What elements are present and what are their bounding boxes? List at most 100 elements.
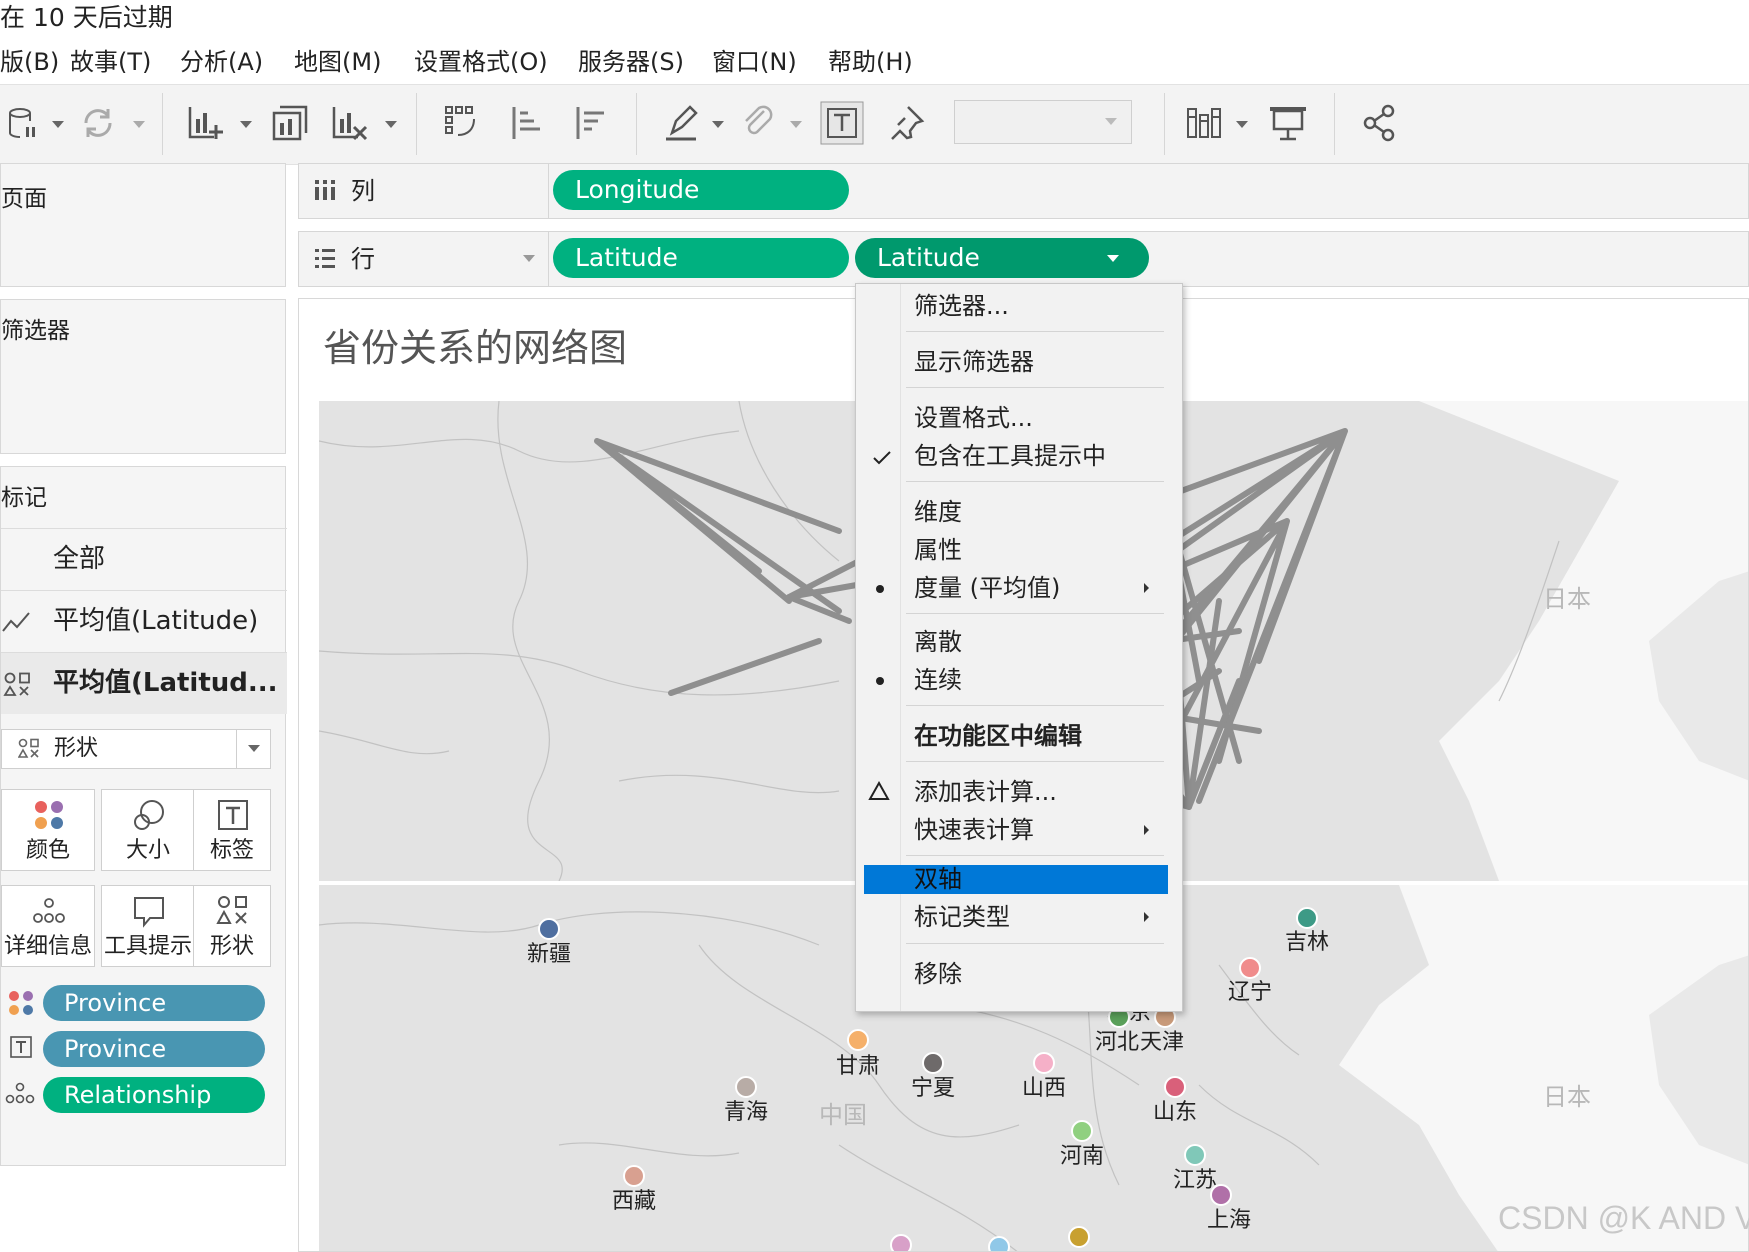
show-cards-icon[interactable] (1186, 103, 1226, 143)
label-icon (218, 800, 248, 830)
menu-window[interactable]: 窗口(N) (712, 44, 797, 80)
presentation-mode-icon[interactable] (1268, 103, 1308, 143)
show-mark-labels-icon[interactable] (820, 101, 864, 145)
menu-separator (906, 613, 1164, 614)
province-point[interactable] (1296, 907, 1318, 929)
chevron-down-icon[interactable] (790, 121, 802, 128)
province-point[interactable] (1210, 1184, 1232, 1206)
share-icon[interactable] (1360, 103, 1400, 143)
province-label: 新疆 (527, 942, 571, 967)
shape-button-label: 形状 (209, 934, 254, 959)
menu-format[interactable]: 设置格式(O) (414, 44, 548, 80)
menu-item-include-in-tooltip[interactable]: 包含在工具提示中 (914, 441, 1106, 471)
marks-card-avg-latitude-shape-label: 平均值(Latitud... (53, 668, 278, 698)
menu-item-mark-type[interactable]: 标记类型 (914, 902, 1010, 932)
sort-ascending-icon[interactable] (506, 103, 546, 143)
province-point[interactable] (623, 1165, 645, 1187)
menu-item-discrete[interactable]: 离散 (914, 627, 962, 657)
pin-icon[interactable] (886, 103, 926, 143)
latitude-pill-2-label: Latitude (877, 243, 980, 272)
province-point[interactable] (922, 1052, 944, 1074)
province-label-pill[interactable]: Province (43, 1031, 265, 1067)
province-point[interactable] (1071, 1120, 1093, 1142)
filters-panel[interactable]: 筛选器 (0, 299, 286, 454)
refresh-icon[interactable] (78, 103, 118, 143)
chevron-down-icon[interactable] (1236, 121, 1248, 128)
menu-map[interactable]: 地图(M) (294, 44, 381, 80)
province-point[interactable] (1184, 1144, 1206, 1166)
chevron-down-icon[interactable] (1107, 255, 1119, 262)
rows-shelf[interactable]: 行 Latitude Latitude (298, 231, 1749, 287)
province-color-pill[interactable]: Province (43, 985, 265, 1021)
province-label: 上海 (1207, 1208, 1251, 1233)
chevron-down-icon[interactable] (240, 121, 252, 128)
sort-descending-icon[interactable] (570, 103, 610, 143)
province-point[interactable] (1164, 1076, 1186, 1098)
menu-story[interactable]: 故事(T) (70, 44, 151, 80)
chevron-down-icon[interactable] (133, 121, 145, 128)
province-point[interactable] (1239, 957, 1261, 979)
menu-item-attribute[interactable]: 属性 (914, 535, 962, 565)
province-point[interactable] (735, 1076, 757, 1098)
latitude-context-menu: 筛选器... 显示筛选器 设置格式... 包含在工具提示中 维度 属性 度量 (… (855, 283, 1183, 1012)
color-button[interactable]: 颜色 (1, 789, 95, 871)
chevron-down-icon[interactable] (712, 121, 724, 128)
menu-item-filter[interactable]: 筛选器... (914, 291, 1009, 321)
province-point[interactable] (1068, 1226, 1090, 1248)
clear-sheet-icon[interactable] (330, 103, 370, 143)
view-title: 省份关系的网络图 (323, 326, 628, 370)
toolbar-separator (1164, 93, 1165, 155)
mark-type-dropdown[interactable]: 形状 (1, 729, 271, 769)
paperclip-icon[interactable] (738, 103, 778, 143)
marks-card-avg-latitude-line[interactable]: 平均值(Latitude) (1, 590, 287, 652)
highlight-pen-icon[interactable] (662, 103, 702, 143)
relationship-detail-pill[interactable]: Relationship (43, 1077, 265, 1113)
menu-item-dimension[interactable]: 维度 (914, 497, 962, 527)
map-label-japan-top: 日本 (1543, 585, 1591, 613)
size-button[interactable]: 大小 (101, 789, 195, 871)
tooltip-button[interactable]: 工具提示 (101, 885, 195, 967)
menu-item-quick-table-calc[interactable]: 快速表计算 (914, 815, 1034, 845)
latitude-pill-2[interactable]: Latitude (855, 238, 1149, 278)
province-point[interactable] (538, 918, 560, 940)
menu-separator (906, 761, 1164, 762)
menu-server[interactable]: 服务器(S) (578, 44, 684, 80)
menu-help[interactable]: 帮助(H) (828, 44, 913, 80)
menu-item-dual-axis[interactable]: 双轴 (914, 864, 962, 894)
province-label: 宁夏 (911, 1076, 955, 1101)
menu-analysis[interactable]: 分析(A) (180, 44, 263, 80)
duplicate-sheet-icon[interactable] (270, 103, 310, 143)
longitude-pill[interactable]: Longitude (553, 170, 849, 210)
menu-item-format[interactable]: 设置格式... (914, 403, 1033, 433)
columns-icon (315, 180, 335, 200)
datasource-icon[interactable] (6, 103, 46, 143)
toolbar-separator (416, 93, 417, 155)
marks-card-avg-latitude-shape[interactable]: 平均值(Latitud... (1, 652, 287, 714)
detail-button[interactable]: 详细信息 (1, 885, 95, 967)
marks-card-all[interactable]: 全部 (1, 528, 287, 590)
province-label: 西藏 (612, 1189, 656, 1214)
latitude-pill-1[interactable]: Latitude (553, 238, 849, 278)
fit-dropdown[interactable] (954, 100, 1132, 144)
menu-item-remove[interactable]: 移除 (914, 959, 962, 989)
menu-item-add-table-calc[interactable]: 添加表计算... (914, 777, 1057, 807)
shape-button[interactable]: 形状 (193, 885, 271, 967)
province-point[interactable] (988, 1236, 1010, 1252)
menu-item-edit-in-shelf[interactable]: 在功能区中编辑 (914, 721, 1082, 751)
chevron-down-icon[interactable] (385, 121, 397, 128)
swap-rows-columns-icon[interactable] (442, 103, 482, 143)
columns-shelf[interactable]: 列 Longitude (298, 163, 1749, 219)
menu-dashboard[interactable]: 版(B) (0, 44, 59, 80)
menu-item-continuous[interactable]: 连续 (914, 665, 962, 695)
label-button[interactable]: 标签 (193, 789, 271, 871)
new-worksheet-icon[interactable] (186, 103, 226, 143)
menu-item-measure-average[interactable]: 度量 (平均值) (914, 573, 1060, 603)
chevron-down-icon[interactable] (523, 255, 535, 262)
province-point[interactable] (890, 1234, 912, 1252)
province-point[interactable] (1033, 1052, 1055, 1074)
menu-item-show-filter[interactable]: 显示筛选器 (914, 347, 1034, 377)
submenu-arrow-icon (1144, 912, 1149, 922)
province-point[interactable] (847, 1029, 869, 1051)
line-mark-icon (2, 612, 30, 632)
chevron-down-icon[interactable] (52, 121, 64, 128)
